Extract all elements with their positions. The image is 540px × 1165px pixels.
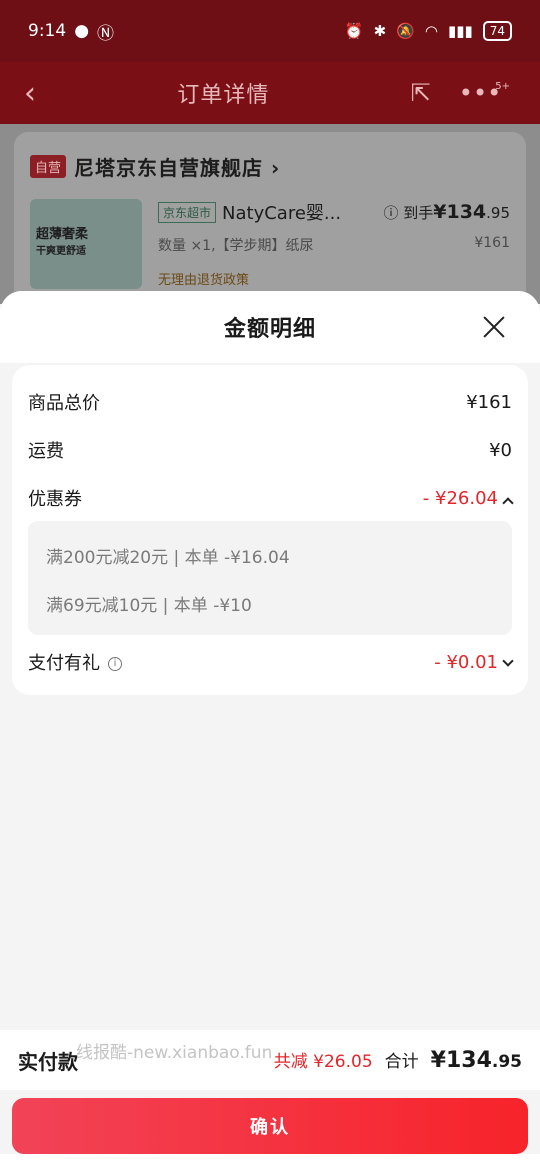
coupon-label: 优惠券 xyxy=(28,489,82,510)
alarm-icon: ⏰ xyxy=(344,22,364,40)
shipping-value: ¥0 xyxy=(489,439,512,461)
amount-card: 商品总价 ¥161 运费 ¥0 优惠券 - ¥26.04 满200元减20元 |… xyxy=(12,365,528,695)
status-time: 9:14 xyxy=(28,21,67,41)
goods-total-label: 商品总价 xyxy=(28,393,100,414)
mute-icon: 🔕 xyxy=(396,22,415,40)
signal-icon: ▮▮▮ xyxy=(447,22,473,40)
confirm-button[interactable]: 确认 xyxy=(12,1098,528,1154)
shipping-label: 运费 xyxy=(28,441,64,462)
chevron-up-icon[interactable] xyxy=(502,496,514,509)
store-name[interactable]: 尼塔京东自营旗舰店 › xyxy=(74,152,280,181)
back-icon[interactable]: ‹ xyxy=(24,76,36,111)
product-image-subtitle: 干爽更舒适 xyxy=(36,246,86,257)
page-title: 订单详情 xyxy=(177,83,270,108)
sheet-title: 金额明细 xyxy=(223,317,316,342)
total-label: 合计 xyxy=(384,1052,419,1072)
pay-gift-value: - ¥0.01 xyxy=(434,651,498,673)
coupon-list: 满200元减20元 | 本单 -¥16.04 满69元减10元 | 本单 -¥1… xyxy=(28,521,512,635)
product-spec: 数量 ×1,【学步期】纸尿 xyxy=(158,238,314,254)
battery-icon: 74 xyxy=(482,21,512,41)
coupon-item: 满200元减20元 | 本单 -¥16.04 xyxy=(46,548,290,568)
self-operated-tag: 自营 xyxy=(30,155,67,178)
chevron-down-icon[interactable] xyxy=(502,654,514,667)
status-bar: 9:14 ● Ⓝ ⏰ ✱ 🔕 ◠ ▮▮▮ 74 xyxy=(0,0,540,62)
product-image-title: 超薄奢柔 xyxy=(36,227,89,242)
watermark: 线报酷-new.xianbao.fun xyxy=(76,1043,273,1063)
payment-summary-bar: 实付款 线报酷-new.xianbao.fun 共减 ¥26.05 合计 ¥13… xyxy=(0,1030,540,1090)
return-policy: 无理由退货政策 xyxy=(158,273,250,288)
pay-gift-label: 支付有礼 xyxy=(28,653,100,674)
notification-icon: ● xyxy=(74,21,90,41)
total-saved: 共减 ¥26.05 xyxy=(273,1052,373,1072)
navbar: ‹ 订单详情 ⇱ •••5+ xyxy=(0,62,540,124)
original-price: ¥161 xyxy=(474,235,510,251)
info-icon[interactable]: i xyxy=(108,657,122,671)
goods-total-value: ¥161 xyxy=(466,391,512,413)
store-card: 自营 尼塔京东自营旗舰店 › 超薄奢柔 干爽更舒适 京东超市 NatyCare婴… xyxy=(14,132,526,312)
coupon-item: 满69元减10元 | 本单 -¥10 xyxy=(46,596,252,616)
pay-gift-row[interactable]: 支付有礼 i - ¥0.01 xyxy=(28,649,514,675)
coupon-row[interactable]: 优惠券 - ¥26.04 xyxy=(28,485,514,511)
nfc-icon: Ⓝ xyxy=(97,23,115,44)
goods-total-row: 商品总价 ¥161 xyxy=(28,389,512,415)
total-amount: ¥134.95 xyxy=(430,1048,522,1073)
close-icon[interactable] xyxy=(480,313,508,341)
channel-tag: 京东超市 xyxy=(158,201,217,223)
wifi-icon: ◠ xyxy=(424,22,438,40)
product-image: 超薄奢柔 干爽更舒适 xyxy=(30,199,142,289)
actual-pay-label: 实付款 xyxy=(18,1049,78,1074)
final-price: ⓘ 到手¥134.95 xyxy=(383,201,510,223)
product-name: NatyCare婴... xyxy=(222,203,342,224)
bottom-safe-area xyxy=(0,1154,540,1165)
coupon-value: - ¥26.04 xyxy=(422,487,498,509)
share-icon[interactable]: ⇱ xyxy=(411,79,431,107)
bluetooth-icon: ✱ xyxy=(373,22,387,40)
more-badge: 5+ xyxy=(495,81,510,92)
shipping-row: 运费 ¥0 xyxy=(28,437,512,463)
more-icon[interactable]: •••5+ xyxy=(459,79,516,107)
